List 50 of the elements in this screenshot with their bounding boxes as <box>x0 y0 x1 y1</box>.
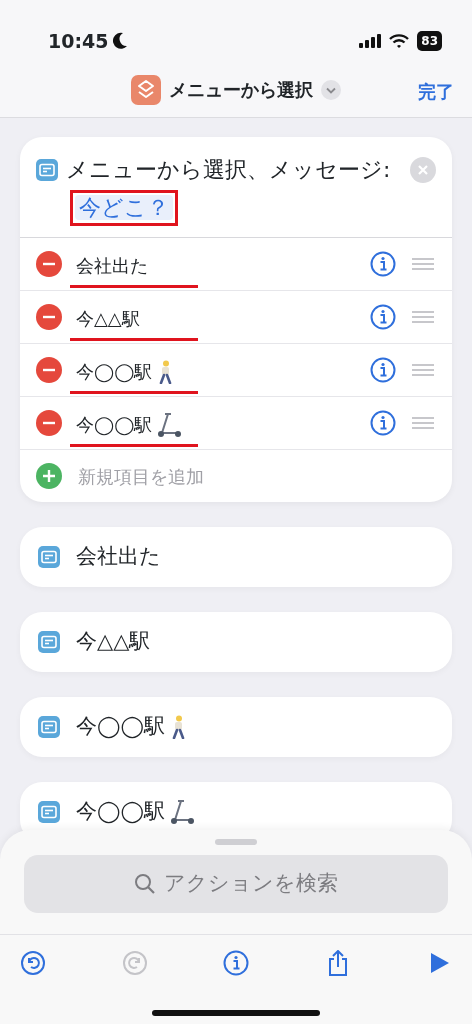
remove-icon[interactable] <box>36 357 62 383</box>
remove-icon[interactable] <box>36 304 62 330</box>
chevron-down-icon[interactable] <box>321 79 341 100</box>
case-label: 今◯◯駅 <box>76 798 165 826</box>
menu-item-label: 会社出た <box>76 254 148 278</box>
done-button[interactable]: 完了 <box>418 78 454 105</box>
info-icon[interactable] <box>370 251 396 277</box>
case-card[interactable]: 会社出た <box>20 527 452 587</box>
case-label: 会社出た <box>76 543 161 571</box>
info-icon[interactable] <box>370 357 396 383</box>
menu-item-field[interactable]: 会社出た <box>70 252 198 288</box>
action-icon <box>38 546 60 568</box>
case-label: 今△△駅 <box>76 628 151 656</box>
info-icon[interactable] <box>223 949 249 976</box>
action-title: メニューから選択、メッセージ: <box>66 157 391 182</box>
menu-item-field[interactable]: 今◯◯駅 <box>70 358 198 394</box>
moon-icon <box>112 32 129 50</box>
add-icon[interactable] <box>36 463 62 489</box>
action-icon <box>36 159 58 181</box>
info-icon[interactable] <box>370 410 396 436</box>
action-icon <box>38 631 60 653</box>
message-token[interactable]: 今どこ？ <box>75 195 173 220</box>
shortcuts-app-icon <box>131 74 161 105</box>
battery-level: 83 <box>417 31 442 51</box>
drag-handle-icon[interactable] <box>412 311 434 323</box>
menu-item-label: 今◯◯駅 <box>76 360 153 385</box>
menu-item-field[interactable]: 今◯◯駅 <box>70 411 198 447</box>
search-icon <box>134 873 156 895</box>
sheet-handle[interactable] <box>215 839 257 845</box>
info-icon[interactable] <box>370 304 396 330</box>
remove-icon[interactable] <box>36 410 62 436</box>
menu-item-field[interactable]: 今△△駅 <box>70 305 198 341</box>
drag-handle-icon[interactable] <box>412 364 434 376</box>
action-icon <box>38 716 60 738</box>
drag-handle-icon[interactable] <box>412 417 434 429</box>
scooter-icon <box>156 411 183 438</box>
menu-item-label: 今△△駅 <box>76 307 140 331</box>
signal-icon <box>359 34 382 48</box>
drag-handle-icon[interactable] <box>412 258 434 270</box>
wifi-icon <box>389 34 410 48</box>
case-card[interactable]: 今△△駅 <box>20 612 452 672</box>
case-label: 今◯◯駅 <box>76 713 165 741</box>
scooter-icon <box>169 799 195 825</box>
screen-title: メニューから選択 <box>169 78 313 102</box>
undo-icon[interactable] <box>20 949 46 976</box>
action-icon <box>38 801 60 823</box>
remove-icon[interactable] <box>36 251 62 277</box>
menu-item-label: 今◯◯駅 <box>76 413 153 438</box>
case-card[interactable]: 今◯◯駅 <box>20 697 452 757</box>
status-time: 10:45 <box>48 28 109 54</box>
